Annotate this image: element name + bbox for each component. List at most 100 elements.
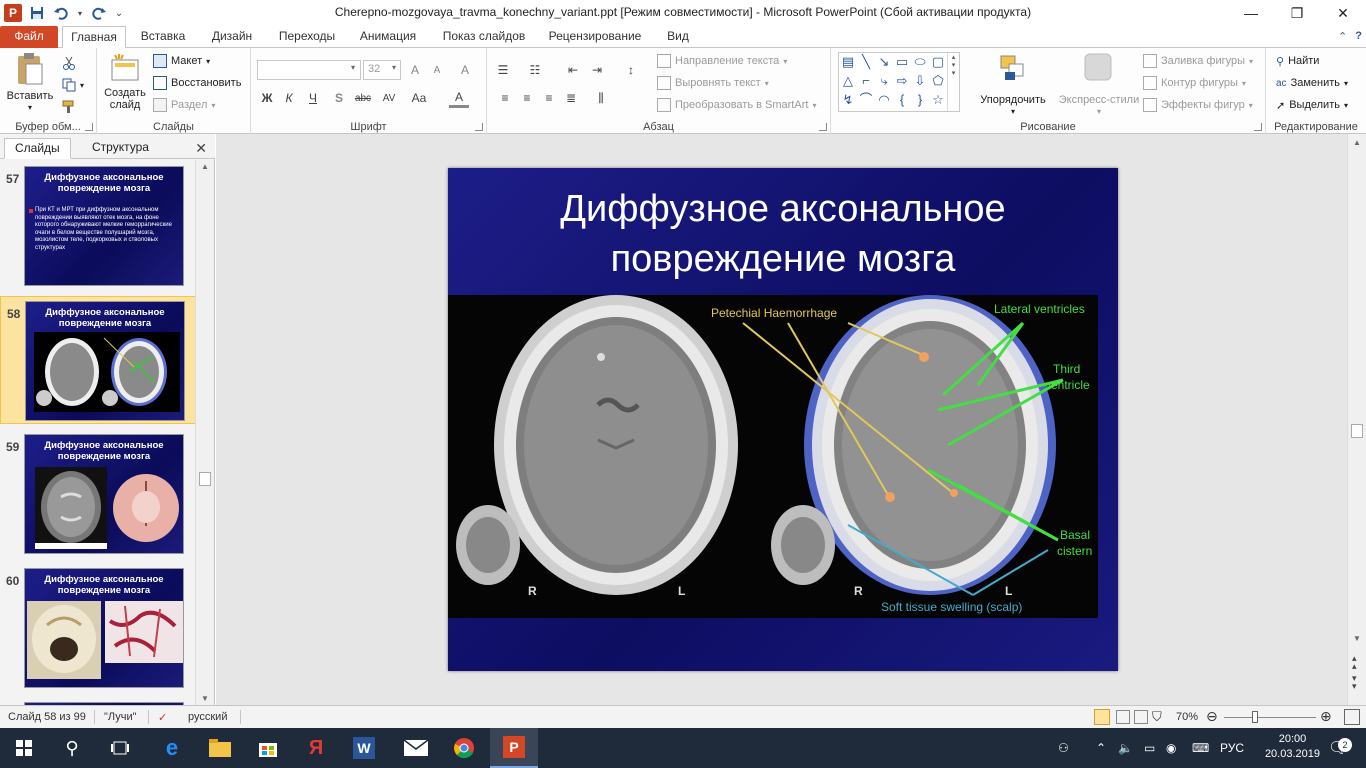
zoom-slider[interactable] — [1224, 717, 1316, 718]
elbow-arrow-icon[interactable]: ⤷ — [877, 74, 891, 88]
font-launcher-icon[interactable] — [475, 123, 483, 131]
scroll-down-icon[interactable]: ▼ — [1353, 634, 1361, 643]
paste-button[interactable]: Вставить ▾ — [4, 52, 56, 114]
grow-font-icon[interactable]: A — [405, 60, 425, 80]
scroll-thumb[interactable] — [199, 472, 211, 486]
next-slide-icon[interactable]: ▾ ▾ — [1352, 674, 1357, 691]
tab-home[interactable]: Главная — [62, 26, 126, 49]
section-button[interactable]: Раздел ▾ — [153, 96, 215, 114]
underline-button[interactable]: Ч — [303, 88, 323, 108]
right-arrow-shape-icon[interactable]: ⇨ — [895, 74, 909, 88]
text-direction-button[interactable]: Направление текста ▾ — [657, 52, 787, 70]
align-left-icon[interactable]: ≡ — [495, 88, 515, 108]
help-icon[interactable]: ? — [1355, 30, 1362, 43]
new-slide-button[interactable]: Создать слайд — [101, 52, 149, 111]
word-icon[interactable]: W — [340, 728, 388, 768]
tab-transitions[interactable]: Переходы — [272, 26, 342, 48]
oval-shape-icon[interactable]: ⬭ — [913, 55, 927, 69]
curve-shape-icon[interactable]: ⌒ — [859, 93, 873, 107]
char-spacing-button[interactable]: AV — [379, 88, 399, 108]
shape-effects-button[interactable]: Эффекты фигур ▾ — [1143, 96, 1253, 114]
ct-scan-image[interactable]: Petechial Haemorrhage Lateral ventricles… — [448, 295, 1098, 618]
font-color-button[interactable]: A — [449, 88, 469, 108]
slide-thumbnail-58[interactable]: 58 Диффузное аксональное повреждение моз… — [0, 296, 196, 424]
triangle-shape-icon[interactable]: △ — [841, 74, 855, 88]
windows-start-icon[interactable] — [0, 728, 48, 768]
italic-button[interactable]: К — [279, 88, 299, 108]
powerpoint-taskbar-icon[interactable]: P — [490, 728, 538, 768]
star-shape-icon[interactable]: ☆ — [931, 93, 945, 107]
tab-insert[interactable]: Вставка — [134, 26, 192, 48]
network-icon[interactable]: ◉ — [1166, 728, 1176, 768]
tab-animation[interactable]: Анимация — [352, 26, 424, 48]
callout-shape-icon[interactable]: ⬠ — [931, 74, 945, 88]
clipboard-launcher-icon[interactable] — [85, 123, 93, 131]
scroll-up-icon[interactable]: ▲ — [201, 162, 209, 171]
numbering-icon[interactable]: ☷ — [525, 60, 545, 80]
textbox-shape-icon[interactable]: ▤ — [841, 55, 855, 69]
zoom-in-icon[interactable]: ⊕ — [1320, 708, 1332, 725]
strikethrough-button[interactable]: abc — [353, 88, 373, 108]
bullets-icon[interactable]: ☰ — [493, 60, 513, 80]
shape-outline-button[interactable]: Контур фигуры ▾ — [1143, 74, 1246, 92]
line-shape-icon[interactable]: ╲ — [859, 55, 873, 69]
zoom-level[interactable]: 70% — [1176, 711, 1198, 723]
tab-review[interactable]: Рецензирование — [542, 26, 648, 48]
collapse-ribbon-icon[interactable]: ⌃ — [1338, 30, 1347, 43]
restore-icon[interactable]: ❐ — [1274, 0, 1320, 26]
arrow-shape-icon[interactable]: ↘ — [877, 55, 891, 69]
zoom-out-icon[interactable]: ⊖ — [1206, 708, 1218, 725]
close-pane-icon[interactable]: ✕ — [195, 140, 207, 157]
columns-icon[interactable]: ⫼ — [591, 88, 611, 108]
zoom-slider-thumb[interactable] — [1252, 711, 1258, 723]
task-view-icon[interactable] — [96, 728, 144, 768]
store-icon[interactable] — [244, 728, 292, 768]
undo-icon[interactable] — [52, 4, 70, 22]
shapes-more-icon[interactable]: ▴ ▾ ▾ — [947, 53, 959, 111]
shadow-button[interactable]: S — [329, 88, 349, 108]
slide-title[interactable]: Диффузное аксональное повреждение мозга — [448, 184, 1118, 284]
freeform-shape-icon[interactable]: ↯ — [841, 93, 855, 107]
scroll-down-icon[interactable]: ▼ — [201, 694, 209, 703]
align-text-button[interactable]: Выровнять текст ▾ — [657, 74, 769, 92]
undo-dropdown-icon[interactable]: ▾ — [76, 4, 84, 22]
people-icon[interactable]: ⚇ — [1058, 728, 1069, 768]
keyboard-icon[interactable]: ⌨ — [1192, 728, 1209, 768]
bold-button[interactable]: Ж — [257, 88, 277, 108]
slide-thumbnail-57[interactable]: 57 Диффузное аксональное повреждение моз… — [0, 162, 196, 290]
scroll-up-icon[interactable]: ▲ — [1353, 138, 1361, 147]
drawing-launcher-icon[interactable] — [1254, 123, 1262, 131]
show-hidden-icons[interactable]: ⌃ — [1096, 728, 1106, 768]
justify-icon[interactable]: ≣ — [561, 88, 581, 108]
clear-formatting-icon[interactable]: A — [455, 60, 475, 80]
mail-icon[interactable] — [392, 728, 440, 768]
save-icon[interactable] — [28, 4, 46, 22]
increase-indent-icon[interactable]: ⇥ — [587, 60, 607, 80]
input-language[interactable]: РУС — [1220, 728, 1244, 768]
elbow-connector-icon[interactable]: ⌐ — [859, 74, 873, 88]
spellcheck-icon[interactable]: ✓ — [158, 711, 167, 724]
normal-view-icon[interactable] — [1094, 709, 1110, 725]
format-painter-icon[interactable] — [62, 98, 76, 116]
align-center-icon[interactable]: ≡ — [517, 88, 537, 108]
reset-button[interactable]: Восстановить — [153, 74, 241, 92]
powerpoint-logo-icon[interactable]: P — [4, 4, 22, 22]
left-brace-icon[interactable]: { — [895, 93, 909, 107]
tab-file[interactable]: Файл — [0, 26, 58, 48]
slides-pane-scrollbar[interactable]: ▲ ▼ — [195, 160, 214, 705]
slide-scrollbar[interactable]: ▲ ▼ ▴ ▴ ▾ ▾ — [1347, 134, 1366, 705]
replace-button[interactable]: ac Заменить ▾ — [1276, 74, 1348, 92]
tab-design[interactable]: Дизайн — [204, 26, 260, 48]
search-icon[interactable]: ⚲ — [48, 728, 96, 768]
quick-styles-button[interactable]: Экспресс-стили ▾ — [1057, 52, 1141, 118]
font-size-dropdown-icon[interactable]: ▾ — [392, 63, 396, 72]
decrease-indent-icon[interactable]: ⇤ — [563, 60, 583, 80]
minimize-icon[interactable]: — — [1228, 0, 1274, 26]
select-button[interactable]: ➚ Выделить ▾ — [1276, 96, 1348, 114]
tab-view[interactable]: Вид — [660, 26, 696, 48]
copy-icon[interactable]: ▾ — [62, 76, 84, 94]
shrink-font-icon[interactable]: A — [427, 60, 447, 80]
slide-thumbnail-60[interactable]: 60 Диффузное аксональное повреждение моз… — [0, 564, 196, 692]
shapes-gallery[interactable]: ▤ ╲ ↘ ▭ ⬭ ▢ △ ⌐ ⤷ ⇨ ⇩ ⬠ ↯ ⌒ ◠ { } ☆ ▴ ▾ ▾ — [838, 52, 960, 112]
slideshow-icon[interactable]: ⛉ — [1152, 709, 1162, 725]
